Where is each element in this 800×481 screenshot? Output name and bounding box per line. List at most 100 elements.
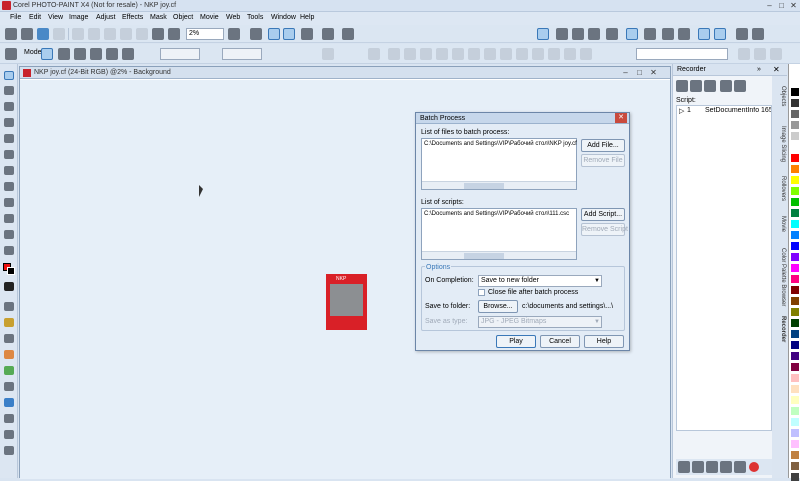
align-middle-icon[interactable] [452, 48, 464, 60]
menu-image[interactable]: Image [69, 14, 88, 21]
double-chevron-icon[interactable]: » [757, 66, 761, 73]
transparency-icon[interactable] [4, 414, 14, 423]
files-hscroll[interactable] [422, 181, 576, 189]
view-mode-icon[interactable] [698, 28, 710, 40]
palette-swatch[interactable] [791, 231, 799, 239]
doc-close-button[interactable]: ✕ [648, 68, 659, 77]
guides-icon[interactable] [588, 28, 600, 40]
save-type-select[interactable]: JPG - JPEG Bitmaps ▼ [478, 316, 602, 328]
redo-icon[interactable] [136, 28, 148, 40]
palette-swatch[interactable] [791, 308, 799, 316]
add-script-button[interactable]: Add Script... [581, 208, 625, 221]
dialog-close-button[interactable]: ✕ [615, 113, 627, 123]
mask-transform-icon[interactable] [4, 86, 14, 95]
dock-icon[interactable] [606, 28, 618, 40]
palette-swatch[interactable] [791, 154, 799, 162]
full-screen-icon[interactable] [268, 28, 280, 40]
zoom-tool-icon[interactable] [4, 134, 14, 143]
eraser-icon[interactable] [4, 166, 14, 175]
align-left-icon[interactable] [388, 48, 400, 60]
export-icon[interactable] [168, 28, 180, 40]
palette-swatch[interactable] [791, 363, 799, 371]
recorder-save-icon[interactable] [704, 80, 716, 92]
image-sprayer-icon[interactable] [4, 382, 14, 391]
zoom-field[interactable]: 2% [186, 28, 224, 40]
save-icon[interactable] [37, 28, 49, 40]
rotate-icon[interactable] [58, 48, 70, 60]
paste-icon[interactable] [104, 28, 116, 40]
scripts-list[interactable]: C:\Documents and Settings\VIP\Рабочий ст… [421, 208, 577, 260]
mask-overlay-icon[interactable] [537, 28, 549, 40]
palette-swatch[interactable] [791, 297, 799, 305]
help-button[interactable]: Help [584, 335, 624, 348]
palette-swatch[interactable] [791, 396, 799, 404]
palette-swatch[interactable] [791, 264, 799, 272]
menu-effects[interactable]: Effects [122, 14, 143, 21]
tab-color-palette-browser[interactable]: Color Palette Browser [774, 248, 786, 306]
new-icon[interactable] [5, 28, 17, 40]
perspective-icon[interactable] [122, 48, 134, 60]
minimize-button[interactable]: – [764, 1, 775, 10]
align-right-icon[interactable] [420, 48, 432, 60]
close-file-checkbox[interactable] [478, 289, 485, 296]
remove-script-button[interactable]: Remove Script [581, 223, 628, 236]
undo-icon[interactable] [120, 28, 132, 40]
stop-icon[interactable] [734, 461, 746, 473]
order-back-icon[interactable] [548, 48, 560, 60]
menu-movie[interactable]: Movie [200, 14, 219, 21]
window-mode-icon[interactable] [714, 28, 726, 40]
menu-web[interactable]: Web [226, 14, 240, 21]
tab-rollovers[interactable]: Rollovers [774, 176, 786, 201]
cut-icon[interactable] [72, 28, 84, 40]
record-icon[interactable] [749, 462, 759, 472]
clone-icon[interactable] [4, 334, 14, 343]
palette-swatch[interactable] [791, 352, 799, 360]
secondary-color-swatch[interactable] [7, 267, 15, 275]
order-front-icon[interactable] [532, 48, 544, 60]
menu-help[interactable]: Help [300, 14, 314, 21]
tab-movie[interactable]: Movie [774, 216, 786, 232]
distribute-icon[interactable] [484, 48, 496, 60]
menu-view[interactable]: View [48, 14, 63, 21]
eyedropper-icon[interactable] [4, 150, 14, 159]
recorder-insert-icon[interactable] [720, 80, 732, 92]
script-list[interactable]: ▷ 1 SetDocumentInfo 1654, 2 [676, 105, 772, 431]
menu-mask[interactable]: Mask [150, 14, 167, 21]
browse-button[interactable]: Browse... [478, 300, 518, 313]
layout-icon[interactable] [626, 28, 638, 40]
palette-swatch[interactable] [791, 374, 799, 382]
palette-swatch[interactable] [791, 253, 799, 261]
reset-icon[interactable] [368, 48, 380, 60]
unlock-icon[interactable] [754, 48, 766, 60]
palette-swatch[interactable] [791, 242, 799, 250]
menu-adjust[interactable]: Adjust [96, 14, 115, 21]
play-icon[interactable] [706, 461, 718, 473]
palette-swatch[interactable] [791, 121, 799, 129]
mask-icon[interactable] [301, 28, 313, 40]
close-button[interactable]: ✕ [788, 1, 799, 10]
menu-window[interactable]: Window [271, 14, 296, 21]
palette-swatch[interactable] [791, 385, 799, 393]
palette-swatch[interactable] [791, 187, 799, 195]
palette-swatch[interactable] [791, 198, 799, 206]
play-button[interactable]: Play [496, 335, 536, 348]
add-icon[interactable] [678, 28, 690, 40]
palette-swatch[interactable] [791, 451, 799, 459]
menu-object[interactable]: Object [173, 14, 193, 21]
undo-brush-icon[interactable] [4, 350, 14, 359]
palette-swatch[interactable] [791, 99, 799, 107]
palette-swatch[interactable] [791, 319, 799, 327]
apply-icon[interactable] [322, 48, 334, 60]
skew-icon[interactable] [90, 48, 102, 60]
pick-tool-icon[interactable] [4, 71, 14, 80]
palette-swatch[interactable] [791, 462, 799, 470]
flip-v-icon[interactable] [516, 48, 528, 60]
palette-swatch[interactable] [791, 110, 799, 118]
panel-icon[interactable] [644, 28, 656, 40]
rewind-icon[interactable] [678, 461, 690, 473]
recorder-new-icon[interactable] [676, 80, 688, 92]
recorder-close-icon[interactable]: ✕ [773, 65, 780, 74]
palette-swatch[interactable] [791, 209, 799, 217]
palette-swatch[interactable] [791, 429, 799, 437]
width-field[interactable] [222, 48, 262, 60]
